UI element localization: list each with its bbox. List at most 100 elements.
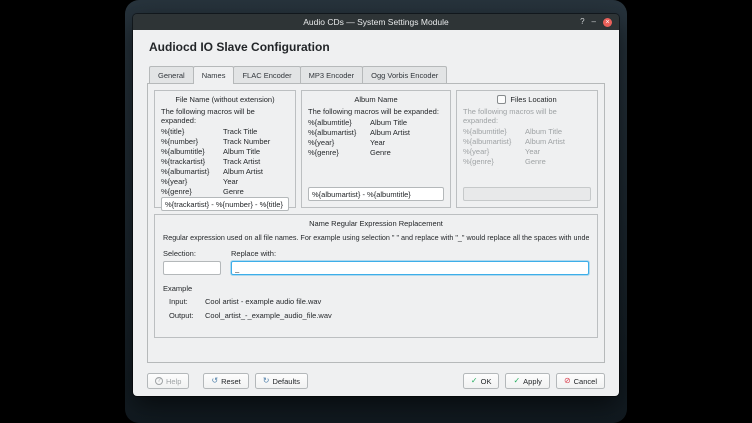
macro-row: %{trackartist}Track Artist: [161, 157, 289, 167]
files-location-group: Files Location The following macros will…: [456, 90, 598, 208]
apply-icon: ✓: [513, 377, 520, 385]
tab-mp3-encoder[interactable]: MP3 Encoder: [300, 66, 363, 83]
help-button-icon: ?: [155, 377, 163, 385]
files-location-input-wrap: [463, 187, 591, 201]
macro-name: %{year}: [161, 177, 223, 187]
files-location-content: The following macros will be expanded: %…: [463, 107, 591, 167]
macro-row: %{albumartist}Album Artist: [463, 137, 591, 147]
example-input-label: Input:: [169, 297, 205, 307]
selection-label: Selection:: [163, 249, 221, 258]
names-tab-panel: File Name (without extension) The follow…: [147, 83, 605, 363]
ok-icon: ✓: [471, 377, 478, 385]
macro-name: %{albumtitle}: [463, 127, 525, 137]
replace-with-label: Replace with:: [231, 249, 589, 258]
dialog-button-row: ? Help ↺ Reset ↻ Defaults ✓ OK ✓: [147, 373, 605, 389]
file-name-group-intro: The following macros will be expanded:: [161, 107, 289, 125]
macro-name: %{genre}: [463, 157, 525, 167]
example-input-value: Cool artist - example audio file.wav: [205, 297, 321, 307]
macro-row: %{title}Track Title: [161, 127, 289, 137]
regexp-replacement-group: Name Regular Expression Replacement Regu…: [154, 214, 598, 338]
tab-names[interactable]: Names: [193, 66, 235, 83]
ok-button-label: OK: [481, 377, 492, 386]
album-name-group-intro: The following macros will be expanded:: [308, 107, 444, 116]
macro-desc: Album Artist: [525, 137, 565, 147]
album-name-group-title: Album Name: [308, 95, 444, 104]
album-name-group: Album Name The following macros will be …: [301, 90, 451, 208]
ok-button[interactable]: ✓ OK: [463, 373, 500, 389]
titlebar-buttons: ? – ×: [580, 14, 612, 30]
macro-name: %{albumartist}: [161, 167, 223, 177]
macro-desc: Album Artist: [370, 128, 410, 138]
tab-ogg-vorbis-encoder[interactable]: Ogg Vorbis Encoder: [362, 66, 447, 83]
tab-flac-encoder[interactable]: FLAC Encoder: [233, 66, 300, 83]
reset-button[interactable]: ↺ Reset: [203, 373, 248, 389]
regexp-group-title: Name Regular Expression Replacement: [163, 219, 589, 228]
files-location-header: Files Location: [463, 95, 591, 104]
macro-desc: Album Title: [223, 147, 260, 157]
macro-row: %{genre}Genre: [308, 148, 444, 158]
macro-row: %{albumtitle}Album Title: [463, 127, 591, 137]
defaults-icon: ↻: [263, 377, 270, 385]
replace-with-field: Replace with:: [231, 249, 589, 275]
apply-button-label: Apply: [523, 377, 542, 386]
macro-desc: Track Number: [223, 137, 270, 147]
file-name-pattern-input[interactable]: [161, 197, 289, 211]
macro-row: %{albumtitle}Album Title: [161, 147, 289, 157]
files-location-intro: The following macros will be expanded:: [463, 107, 591, 125]
macro-desc: Album Artist: [223, 167, 263, 177]
titlebar[interactable]: Audio CDs — System Settings Module ? – ×: [133, 14, 619, 30]
macro-name: %{trackartist}: [161, 157, 223, 167]
replace-with-input[interactable]: [231, 261, 589, 275]
macro-desc: Album Title: [525, 127, 562, 137]
close-icon[interactable]: ×: [603, 18, 612, 27]
help-icon[interactable]: ?: [580, 17, 584, 27]
files-location-label: Files Location: [510, 95, 556, 104]
settings-window: Audio CDs — System Settings Module ? – ×…: [133, 14, 619, 396]
macro-row: %{albumartist}Album Artist: [161, 167, 289, 177]
macro-row: %{year}Year: [463, 147, 591, 157]
macro-name: %{title}: [161, 127, 223, 137]
macro-row: %{year}Year: [308, 138, 444, 148]
file-name-input-wrap: [161, 197, 289, 211]
minimize-icon[interactable]: –: [592, 17, 596, 27]
macro-row: %{genre}Genre: [463, 157, 591, 167]
selection-field: Selection:: [163, 249, 221, 275]
macro-desc: Year: [370, 138, 385, 148]
macro-name: %{year}: [308, 138, 370, 148]
defaults-button-label: Defaults: [272, 377, 300, 386]
album-name-input-wrap: [308, 187, 444, 201]
macro-row: %{year}Year: [161, 177, 289, 187]
macro-name: %{genre}: [308, 148, 370, 158]
macro-groups-row: File Name (without extension) The follow…: [154, 90, 598, 208]
reset-icon: ↺: [211, 377, 218, 385]
help-button[interactable]: ? Help: [147, 373, 189, 389]
example-section: Example Input: Cool artist - example aud…: [163, 284, 589, 321]
album-name-pattern-input[interactable]: [308, 187, 444, 201]
macro-name: %{year}: [463, 147, 525, 157]
macro-desc: Genre: [223, 187, 244, 197]
regexp-fields-row: Selection: Replace with:: [163, 249, 589, 275]
macro-name: %{albumartist}: [463, 137, 525, 147]
desktop-screen: Audio CDs — System Settings Module ? – ×…: [125, 0, 627, 423]
macro-name: %{albumtitle}: [308, 118, 370, 128]
defaults-button[interactable]: ↻ Defaults: [255, 373, 308, 389]
macro-desc: Album Title: [370, 118, 407, 128]
macro-row: %{albumtitle}Album Title: [308, 118, 444, 128]
selection-input[interactable]: [163, 261, 221, 275]
macro-row: %{albumartist}Album Artist: [308, 128, 444, 138]
files-location-checkbox[interactable]: [497, 95, 506, 104]
album-name-macro-list: %{albumtitle}Album Title %{albumartist}A…: [308, 118, 444, 158]
cancel-button[interactable]: ⊘ Cancel: [556, 373, 605, 389]
page-title: Audiocd IO Slave Configuration: [149, 40, 605, 54]
tab-general[interactable]: General: [149, 66, 194, 83]
apply-button[interactable]: ✓ Apply: [505, 373, 549, 389]
example-heading: Example: [163, 284, 589, 293]
macro-name: %{albumartist}: [308, 128, 370, 138]
cancel-icon: ⊘: [564, 377, 571, 385]
example-output-row: Output: Cool_artist_-_example_audio_file…: [163, 311, 589, 321]
macro-desc: Genre: [525, 157, 546, 167]
files-location-pattern-input: [463, 187, 591, 201]
example-output-label: Output:: [169, 311, 205, 321]
macro-desc: Track Artist: [223, 157, 260, 167]
file-name-macro-list: %{title}Track Title %{number}Track Numbe…: [161, 127, 289, 197]
